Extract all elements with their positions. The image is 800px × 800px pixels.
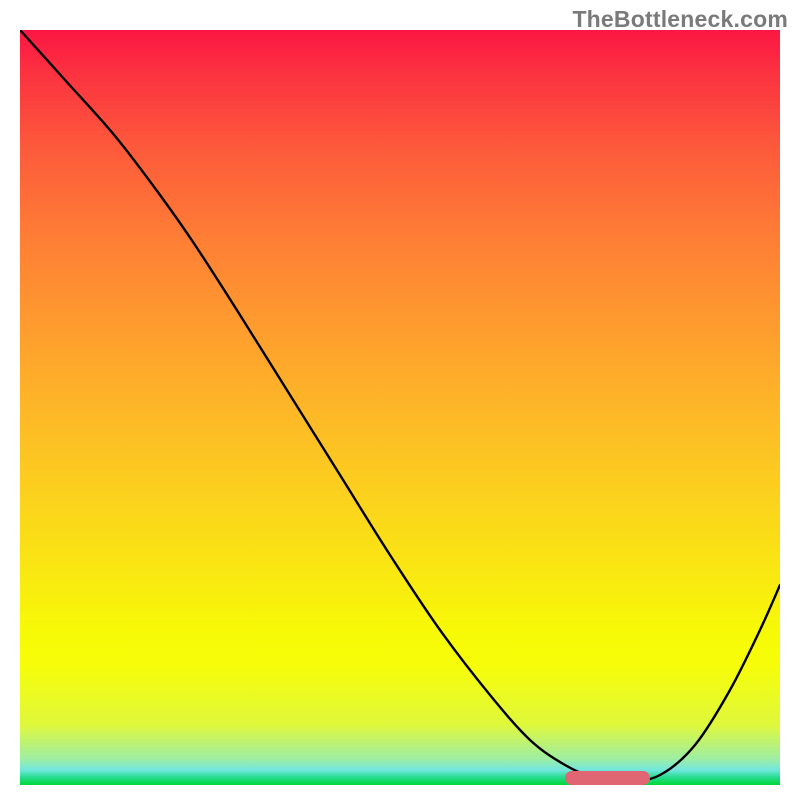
plot-area xyxy=(20,30,780,785)
watermark-text: TheBottleneck.com xyxy=(572,6,788,33)
curve-svg xyxy=(20,30,780,785)
chart-container: TheBottleneck.com xyxy=(0,0,800,800)
bottleneck-curve xyxy=(20,30,780,782)
optimal-zone-marker xyxy=(565,771,650,785)
